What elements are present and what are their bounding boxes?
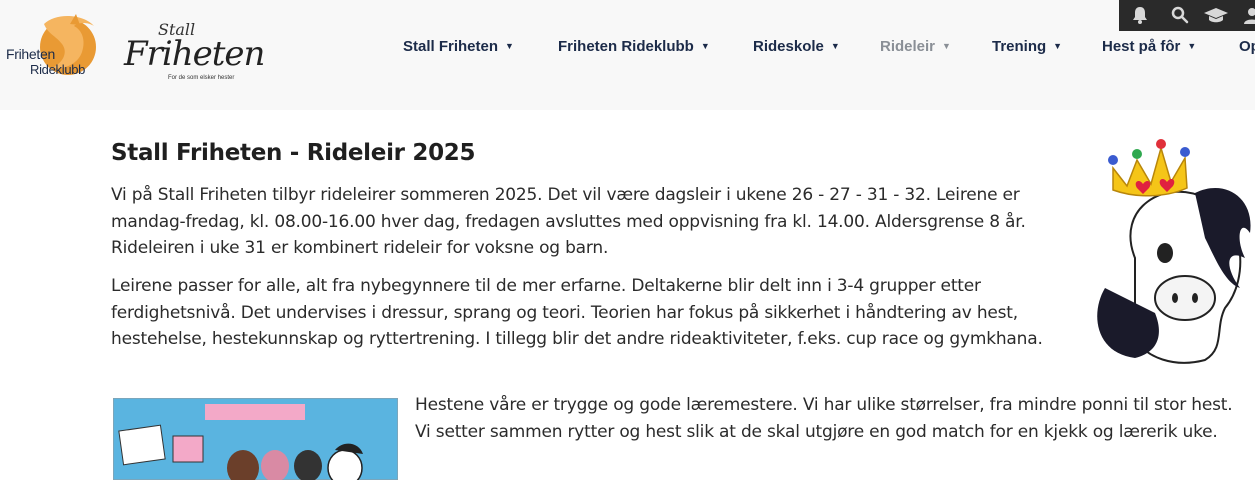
search-icon[interactable]: [1169, 4, 1191, 26]
logo-friheten-word: Friheten: [124, 34, 265, 74]
user-toolbar: [1119, 0, 1255, 31]
comic-strip-image: [113, 398, 398, 480]
club-logo-line1: Friheten: [6, 46, 55, 62]
chevron-down-icon: ▼: [1187, 41, 1197, 51]
chevron-down-icon: ▼: [942, 41, 951, 51]
nav-rideskole[interactable]: Rideskole ▼: [753, 38, 840, 55]
groups-paragraph: Leirene passer for alle, alt fra nybegyn…: [111, 276, 1043, 349]
intro-paragraph: Vi på Stall Friheten tilbyr rideleirer s…: [111, 185, 1026, 258]
horses-paragraph: Hestene våre er trygge og gode læremeste…: [415, 395, 1233, 442]
nav-hest-pa-for[interactable]: Hest på fôr ▼: [1102, 38, 1196, 55]
logo-tagline: For de som elsker hester: [168, 75, 235, 81]
bell-icon[interactable]: [1129, 4, 1151, 26]
stall-friheten-logo[interactable]: Stall Friheten For de som elsker hester: [120, 20, 265, 90]
page-title: Stall Friheten - Rideleir 2025: [111, 140, 476, 166]
site-header: Friheten Rideklubb Stall Friheten For de…: [0, 0, 1255, 110]
nav-rideleir[interactable]: Rideleir ▼: [880, 38, 951, 55]
nav-trening[interactable]: Trening ▼: [992, 38, 1062, 55]
chevron-down-icon: ▼: [830, 41, 840, 51]
chevron-down-icon: ▼: [1053, 41, 1063, 51]
user-icon[interactable]: [1241, 4, 1255, 26]
nav-friheten-rideklubb[interactable]: Friheten Rideklubb ▼: [558, 38, 710, 55]
rideklubb-logo[interactable]: Friheten Rideklubb: [4, 12, 104, 87]
chevron-down-icon: ▼: [505, 41, 514, 51]
nav-more-truncated[interactable]: Op: [1239, 38, 1255, 55]
chevron-down-icon: ▼: [700, 41, 710, 51]
graduation-cap-icon[interactable]: [1203, 4, 1229, 26]
club-logo-line2: Rideklubb: [30, 62, 86, 77]
crowned-horse-mascot-image: [1097, 139, 1251, 364]
nav-stall-friheten[interactable]: Stall Friheten ▼: [403, 38, 514, 55]
